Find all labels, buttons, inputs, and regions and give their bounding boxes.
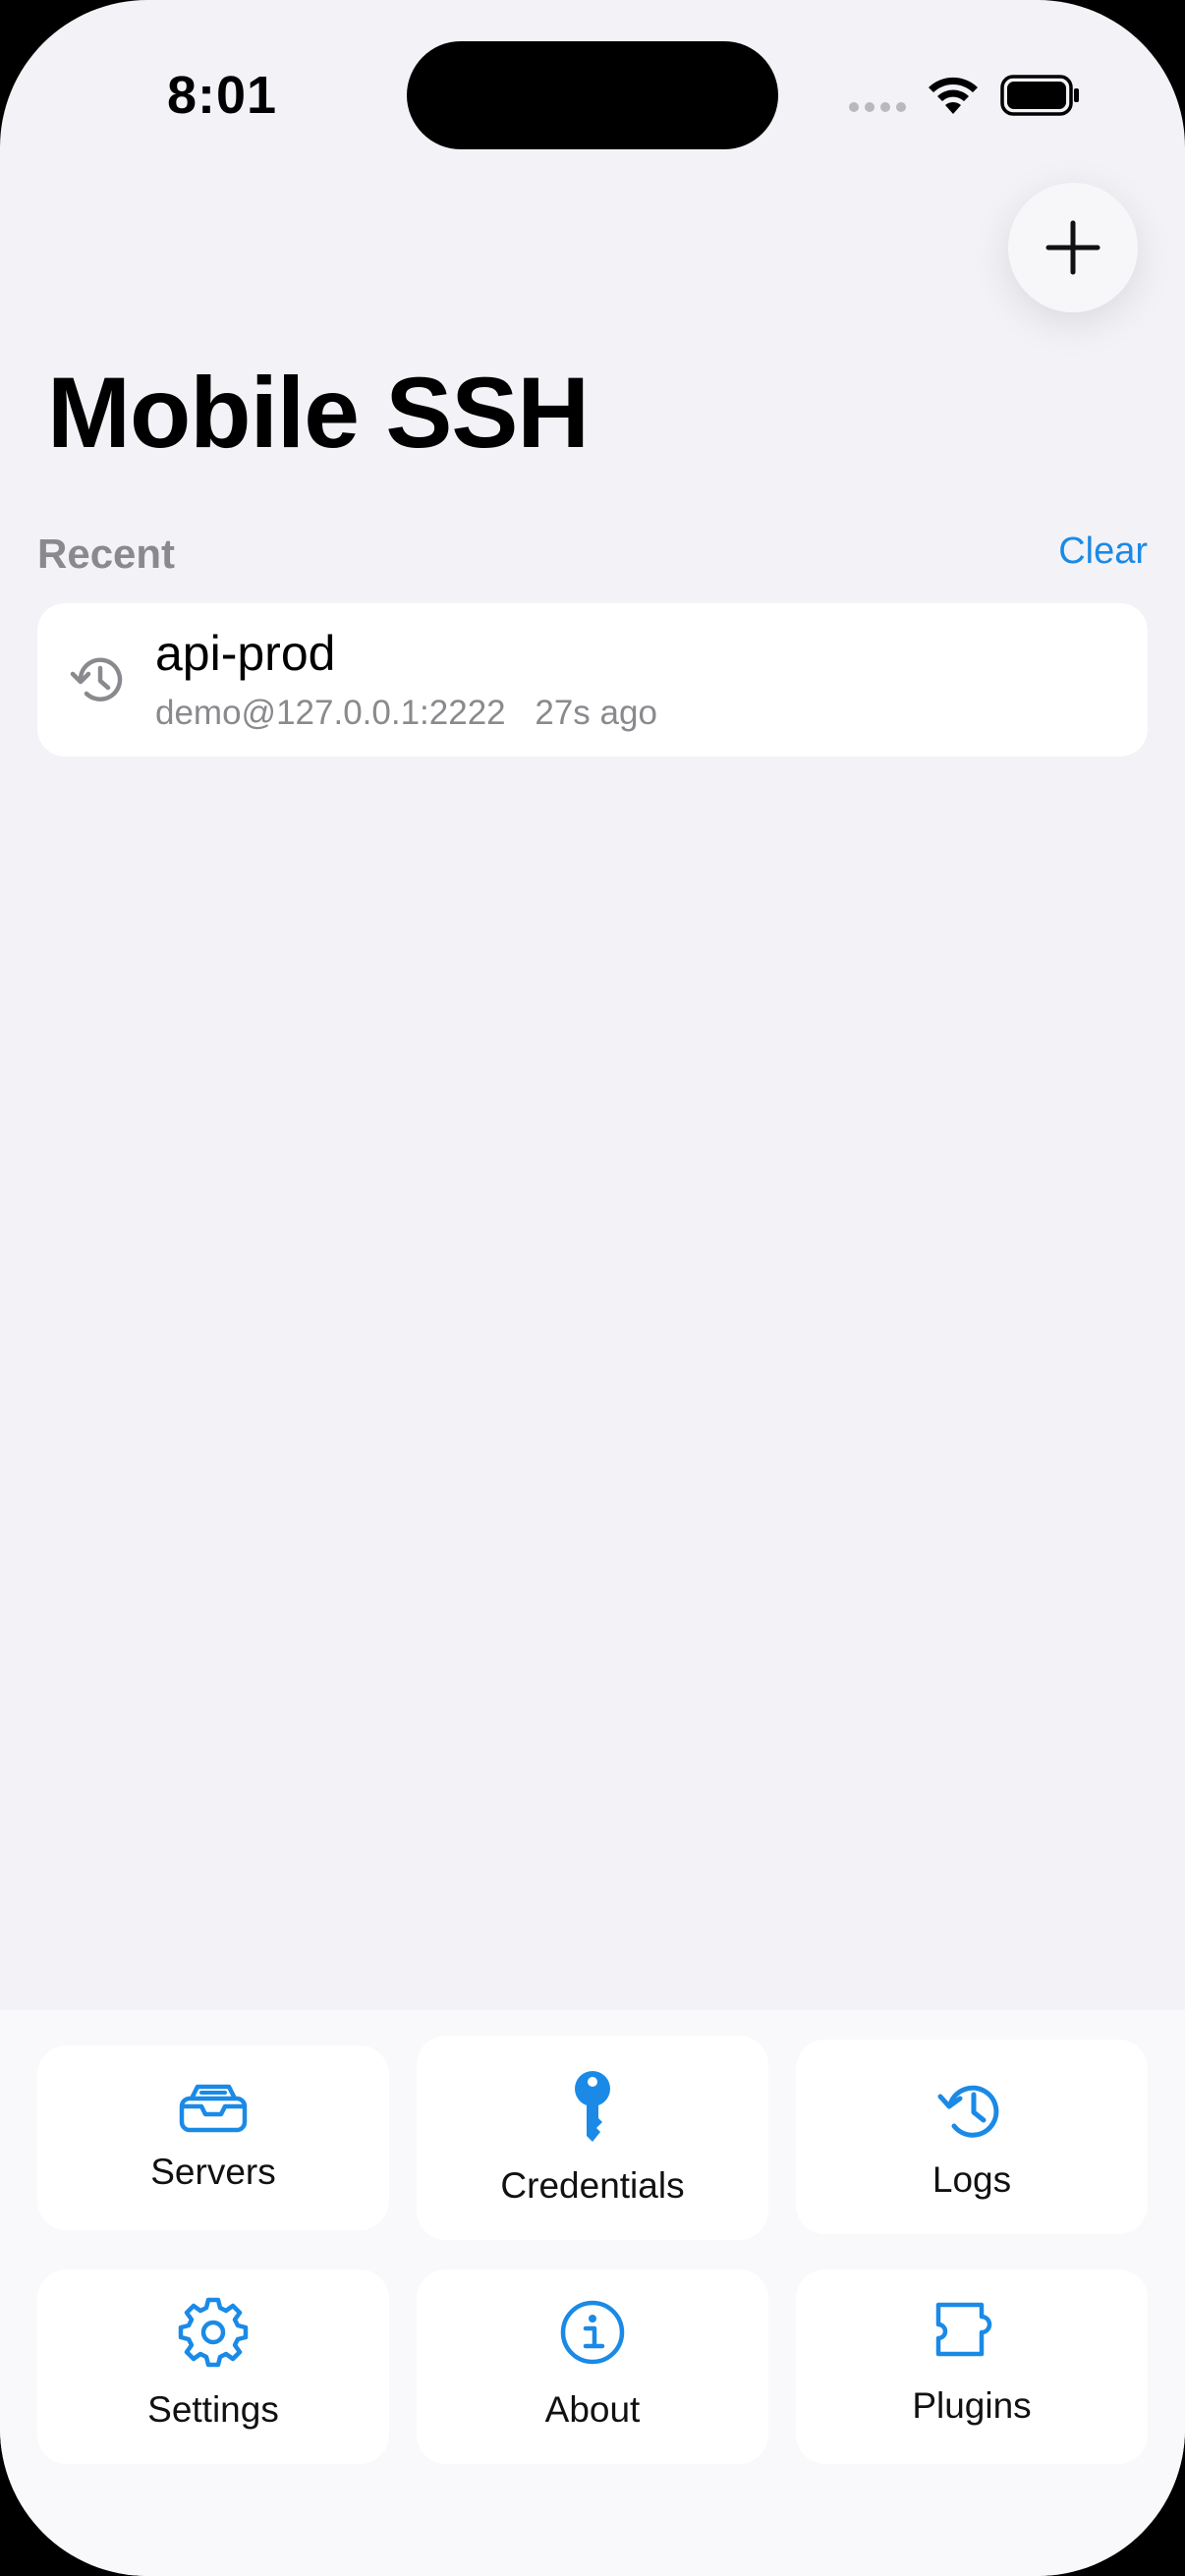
recent-item-time: 27s ago bbox=[535, 694, 657, 732]
dynamic-island bbox=[407, 41, 778, 149]
bottom-nav-panel: Servers Credentials Logs Settings About … bbox=[0, 2010, 1185, 2576]
recent-item-address: demo@127.0.0.1:2222 bbox=[155, 694, 506, 732]
logs-tile[interactable]: Logs bbox=[796, 2040, 1148, 2234]
settings-label: Settings bbox=[147, 2389, 279, 2430]
cellular-signal-icon bbox=[849, 102, 906, 112]
settings-tile[interactable]: Settings bbox=[37, 2269, 389, 2464]
inbox-tray-icon bbox=[179, 2084, 248, 2133]
recent-section-header: Recent bbox=[37, 531, 176, 577]
clock-history-icon bbox=[937, 2085, 999, 2138]
plugins-label: Plugins bbox=[912, 2385, 1032, 2426]
about-label: About bbox=[544, 2389, 641, 2430]
servers-tile[interactable]: Servers bbox=[37, 2045, 389, 2230]
app-screen: 8:01 Mobile SSH Recent Clear api-prod de… bbox=[0, 0, 1185, 2576]
servers-label: Servers bbox=[150, 2152, 276, 2192]
puzzle-icon bbox=[935, 2302, 992, 2357]
recent-item-name: api-prod bbox=[155, 626, 336, 681]
gear-icon bbox=[178, 2297, 249, 2368]
credentials-tile[interactable]: Credentials bbox=[417, 2036, 768, 2240]
key-icon bbox=[575, 2071, 610, 2142]
recent-item[interactable]: api-prod demo@127.0.0.1:2222 27s ago bbox=[37, 603, 1148, 756]
battery-icon bbox=[1000, 75, 1079, 116]
info-icon bbox=[560, 2300, 625, 2365]
about-tile[interactable]: About bbox=[417, 2269, 768, 2464]
logs-label: Logs bbox=[931, 2159, 1012, 2200]
recent-item-details: demo@127.0.0.1:2222 27s ago bbox=[155, 694, 677, 733]
page-title: Mobile SSH bbox=[47, 357, 590, 469]
history-icon bbox=[70, 657, 123, 701]
plugins-tile[interactable]: Plugins bbox=[796, 2269, 1148, 2464]
add-server-button[interactable] bbox=[1008, 183, 1138, 312]
clear-recent-button[interactable]: Clear bbox=[1058, 531, 1148, 573]
wifi-icon bbox=[929, 77, 978, 114]
credentials-label: Credentials bbox=[500, 2165, 685, 2206]
plus-icon bbox=[1045, 220, 1100, 275]
status-time: 8:01 bbox=[167, 66, 278, 125]
